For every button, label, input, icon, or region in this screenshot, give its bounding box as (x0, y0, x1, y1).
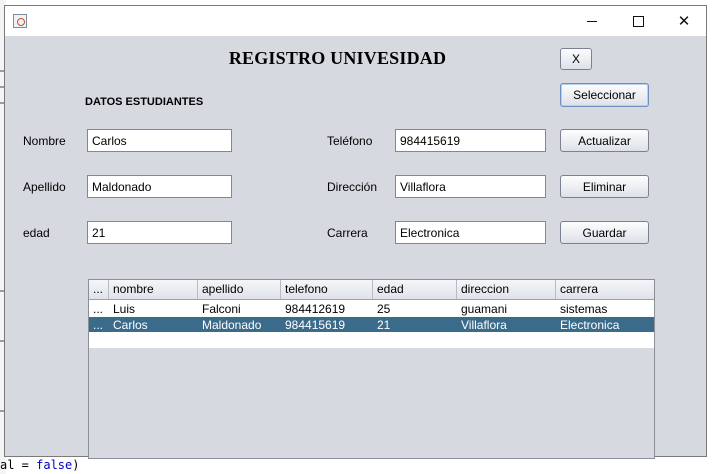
telefono-label: Teléfono (327, 134, 373, 148)
column-header-apellido[interactable]: apellido (198, 280, 281, 299)
guardar-button[interactable]: Guardar (560, 221, 649, 244)
column-header-index[interactable]: ... (89, 280, 109, 299)
ide-code-line: al = false) (0, 458, 80, 472)
app-window: ✕ REGISTRO UNIVESIDAD DATOS ESTUDIANTES … (4, 5, 707, 459)
close-window-button[interactable]: ✕ (661, 6, 707, 36)
maximize-icon (632, 15, 644, 27)
form-panel: REGISTRO UNIVESIDAD DATOS ESTUDIANTES X … (5, 36, 706, 459)
edad-field[interactable] (87, 221, 232, 244)
cell-index: ... (93, 318, 104, 332)
telefono-field[interactable] (395, 129, 546, 152)
cell-edad: 21 (377, 318, 391, 332)
x-button[interactable]: X (560, 48, 592, 70)
cell-nombre: Carlos (113, 318, 148, 332)
table-viewport-empty (89, 348, 654, 458)
carrera-label: Carrera (327, 226, 368, 240)
column-header-carrera[interactable]: carrera (556, 280, 654, 299)
cell-telefono: 984412619 (285, 302, 346, 316)
cell-direccion: Villaflora (461, 318, 507, 332)
direccion-field[interactable] (395, 175, 546, 198)
minimize-icon (587, 20, 597, 22)
close-icon: ✕ (677, 13, 691, 30)
actualizar-button[interactable]: Actualizar (560, 129, 649, 152)
column-header-telefono[interactable]: telefono (281, 280, 373, 299)
apellido-label: Apellido (23, 180, 66, 194)
title-bar: ✕ (5, 6, 706, 36)
column-header-nombre[interactable]: nombre (109, 280, 198, 299)
nombre-label: Nombre (23, 134, 66, 148)
nombre-field[interactable] (87, 129, 232, 152)
column-header-edad[interactable]: edad (373, 280, 457, 299)
eliminar-button[interactable]: Eliminar (560, 175, 649, 198)
cell-nombre: Luis (113, 302, 136, 316)
cell-telefono: 984415619 (285, 318, 346, 332)
table-row-selected[interactable]: ... Carlos Maldonado 984415619 21 Villaf… (89, 317, 654, 333)
cell-direccion: guamani (461, 302, 508, 316)
students-table: ... nombre apellido telefono edad direcc… (88, 279, 655, 459)
cell-index: ... (93, 302, 104, 316)
cell-carrera: sistemas (560, 302, 608, 316)
column-header-direccion[interactable]: direccion (457, 280, 556, 299)
cell-apellido: Falconi (202, 302, 241, 316)
table-row[interactable]: ... Luis Falconi 984412619 25 guamani si… (89, 301, 654, 317)
edad-label: edad (23, 226, 50, 240)
java-app-icon (13, 14, 27, 28)
cell-carrera: Electronica (560, 318, 620, 332)
table-empty-row (89, 332, 654, 348)
cell-apellido: Maldonado (202, 318, 262, 332)
direccion-label: Dirección (327, 180, 378, 194)
section-subtitle: DATOS ESTUDIANTES (85, 96, 204, 108)
maximize-button[interactable] (615, 6, 661, 36)
seleccionar-button[interactable]: Seleccionar (560, 83, 649, 107)
table-header: ... nombre apellido telefono edad direcc… (89, 280, 654, 300)
page-title: REGISTRO UNIVESIDAD (228, 48, 447, 68)
cell-edad: 25 (377, 302, 391, 316)
apellido-field[interactable] (87, 175, 232, 198)
minimize-button[interactable] (569, 6, 615, 36)
carrera-field[interactable] (395, 221, 546, 244)
